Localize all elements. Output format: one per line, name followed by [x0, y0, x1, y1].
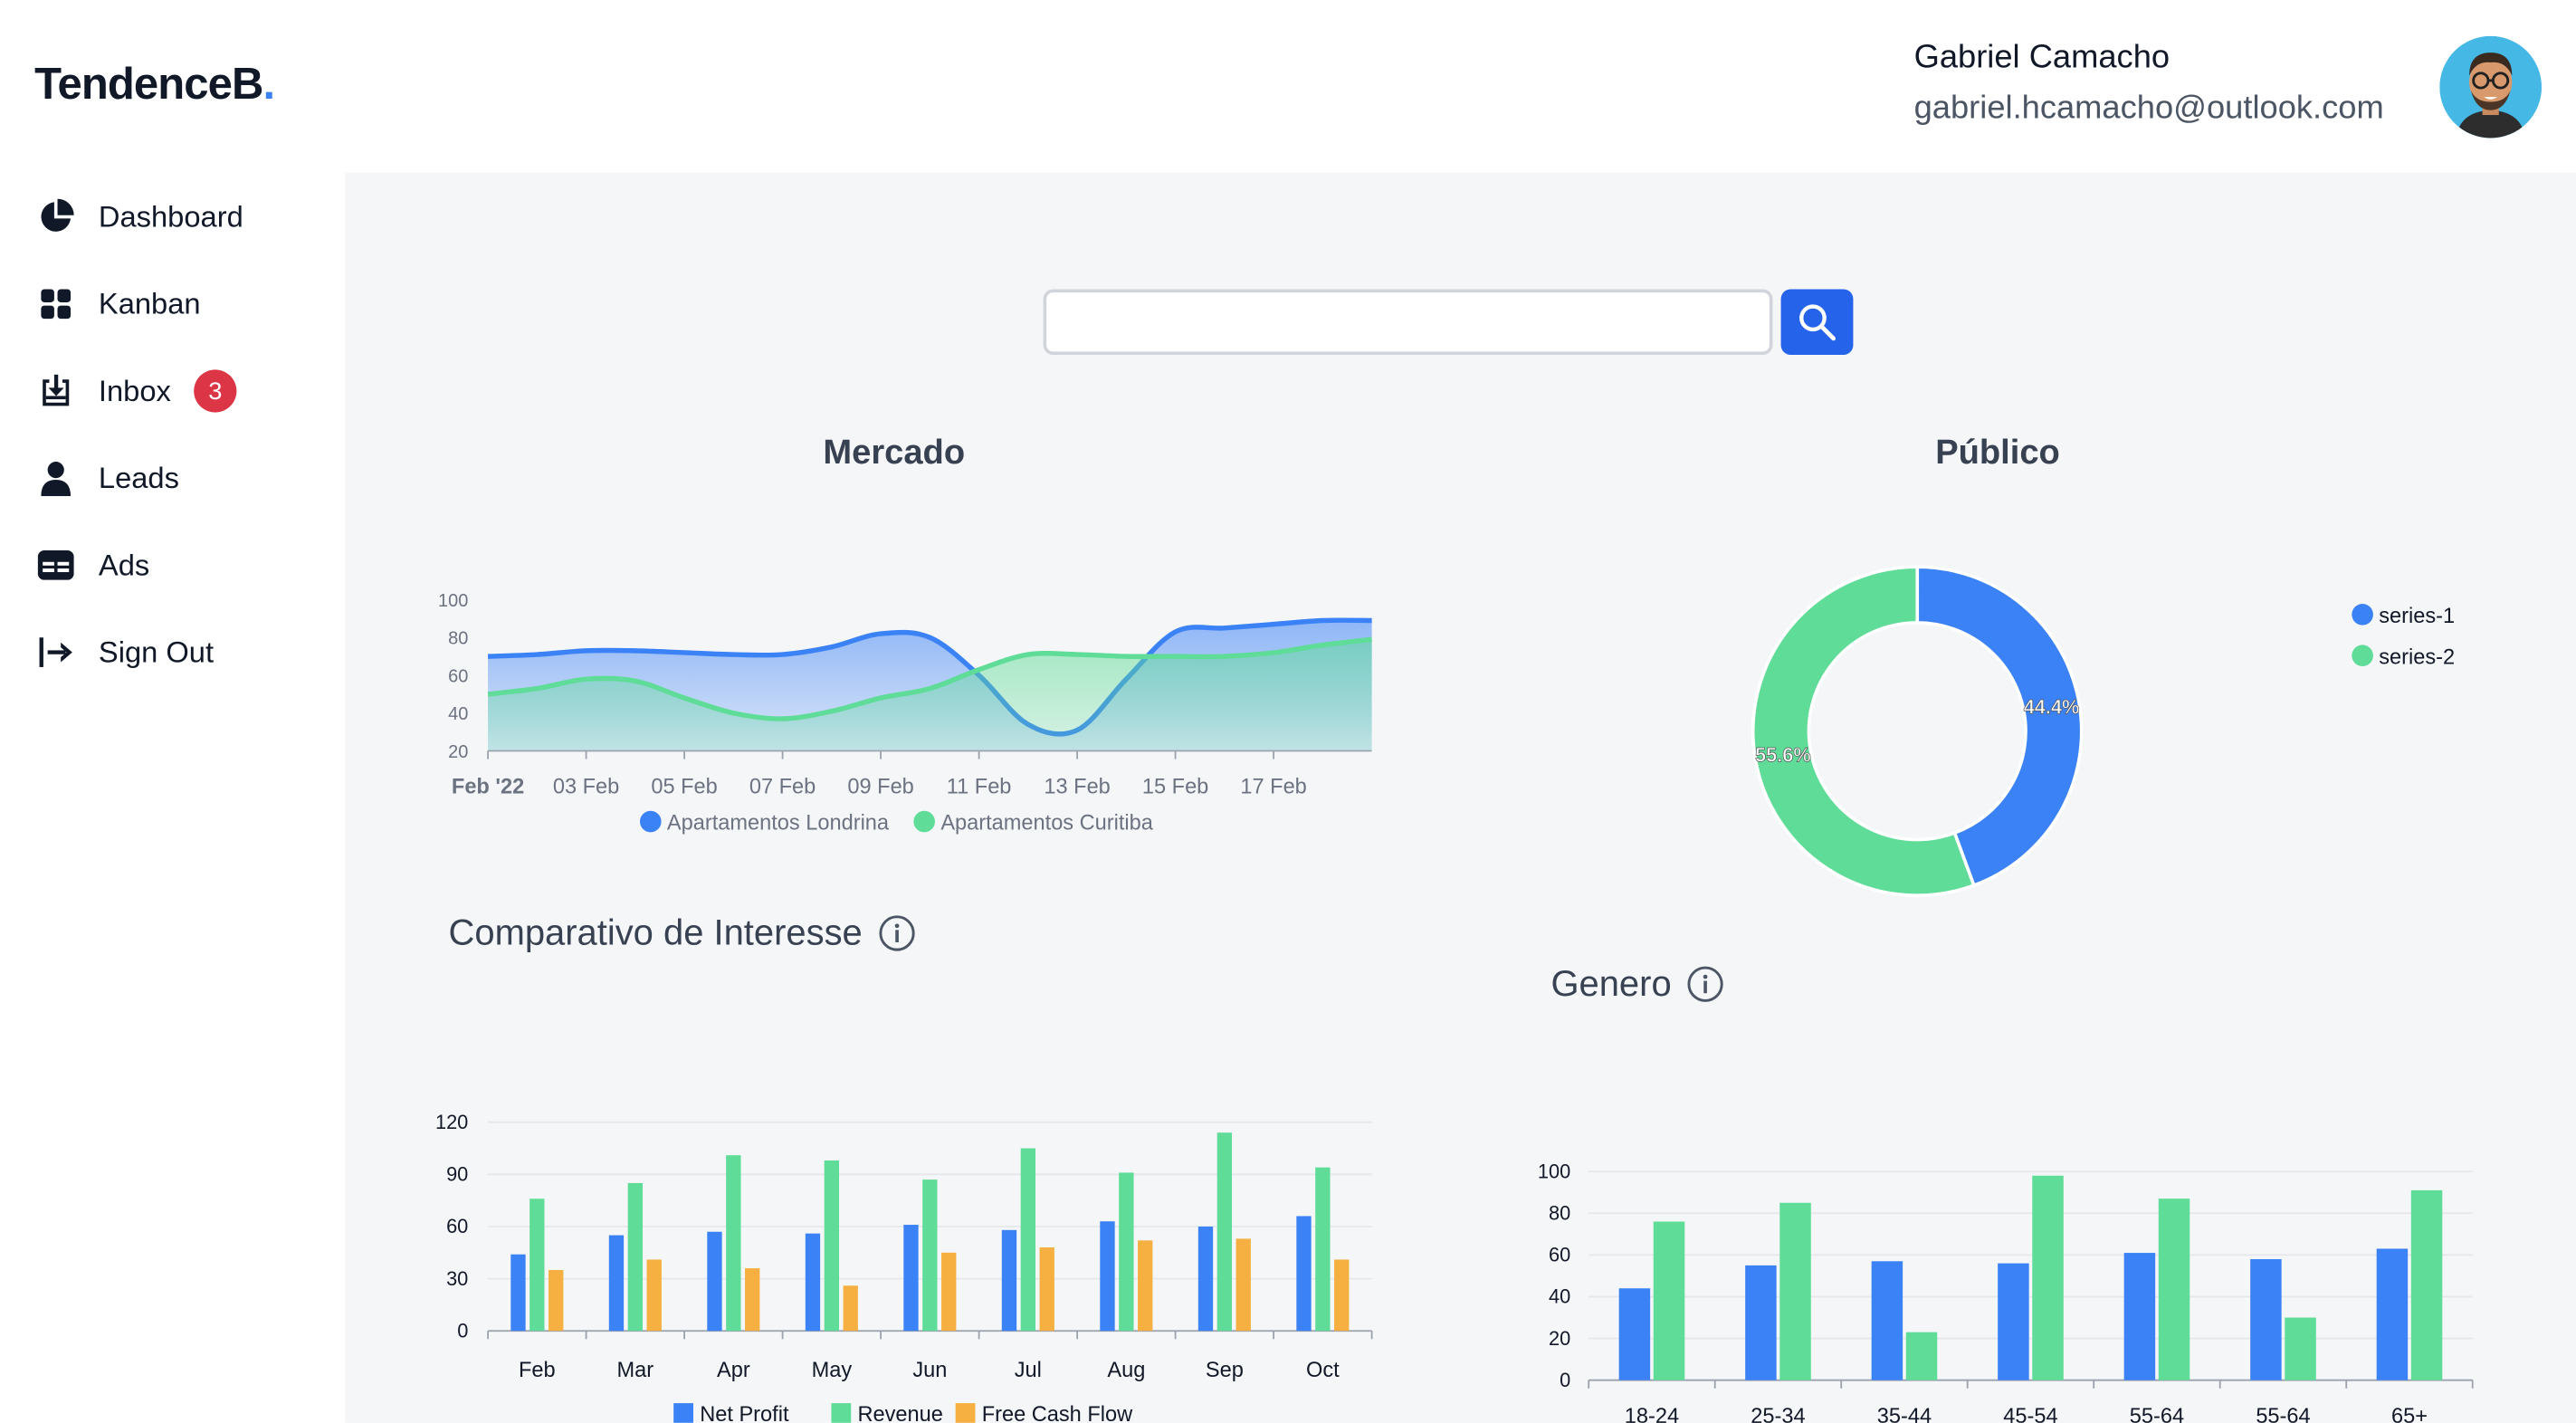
- y-tick-label: 40: [1549, 1285, 1570, 1308]
- bar: [1745, 1265, 1777, 1380]
- bar: [2158, 1199, 2190, 1380]
- y-tick-label: 20: [1549, 1327, 1570, 1350]
- bar: [1618, 1288, 1651, 1380]
- bar: [2285, 1317, 2316, 1380]
- x-tick-label: 55-64: [2256, 1404, 2310, 1423]
- genero-bar-chart: 0 20 40 60 80 100 18-24 25-34 35-44 45-54 55-64 55-…: [1538, 1160, 2474, 1423]
- x-tick-label: 55-64: [2130, 1404, 2184, 1423]
- y-tick-label: 60: [1549, 1244, 1570, 1266]
- bar: [1998, 1263, 2029, 1380]
- y-tick-label: 100: [1538, 1160, 1570, 1182]
- bar: [1905, 1332, 1938, 1380]
- x-tick-label: 45-54: [2003, 1404, 2057, 1423]
- x-tick-label: 35-44: [1877, 1404, 1932, 1423]
- bar: [1779, 1202, 1811, 1380]
- x-tick-label: 25-34: [1751, 1404, 1805, 1423]
- bar: [2123, 1253, 2156, 1380]
- y-tick-label: 80: [1549, 1202, 1570, 1225]
- x-tick-label: 18-24: [1625, 1404, 1679, 1423]
- bar: [1871, 1261, 1903, 1380]
- bar: [1653, 1221, 1685, 1380]
- x-tick-label: 65+: [2391, 1404, 2428, 1423]
- y-tick-label: 0: [1560, 1369, 1570, 1391]
- bar: [2410, 1189, 2443, 1380]
- bar: [2376, 1248, 2409, 1380]
- bar: [2032, 1175, 2064, 1380]
- bar: [2250, 1258, 2282, 1380]
